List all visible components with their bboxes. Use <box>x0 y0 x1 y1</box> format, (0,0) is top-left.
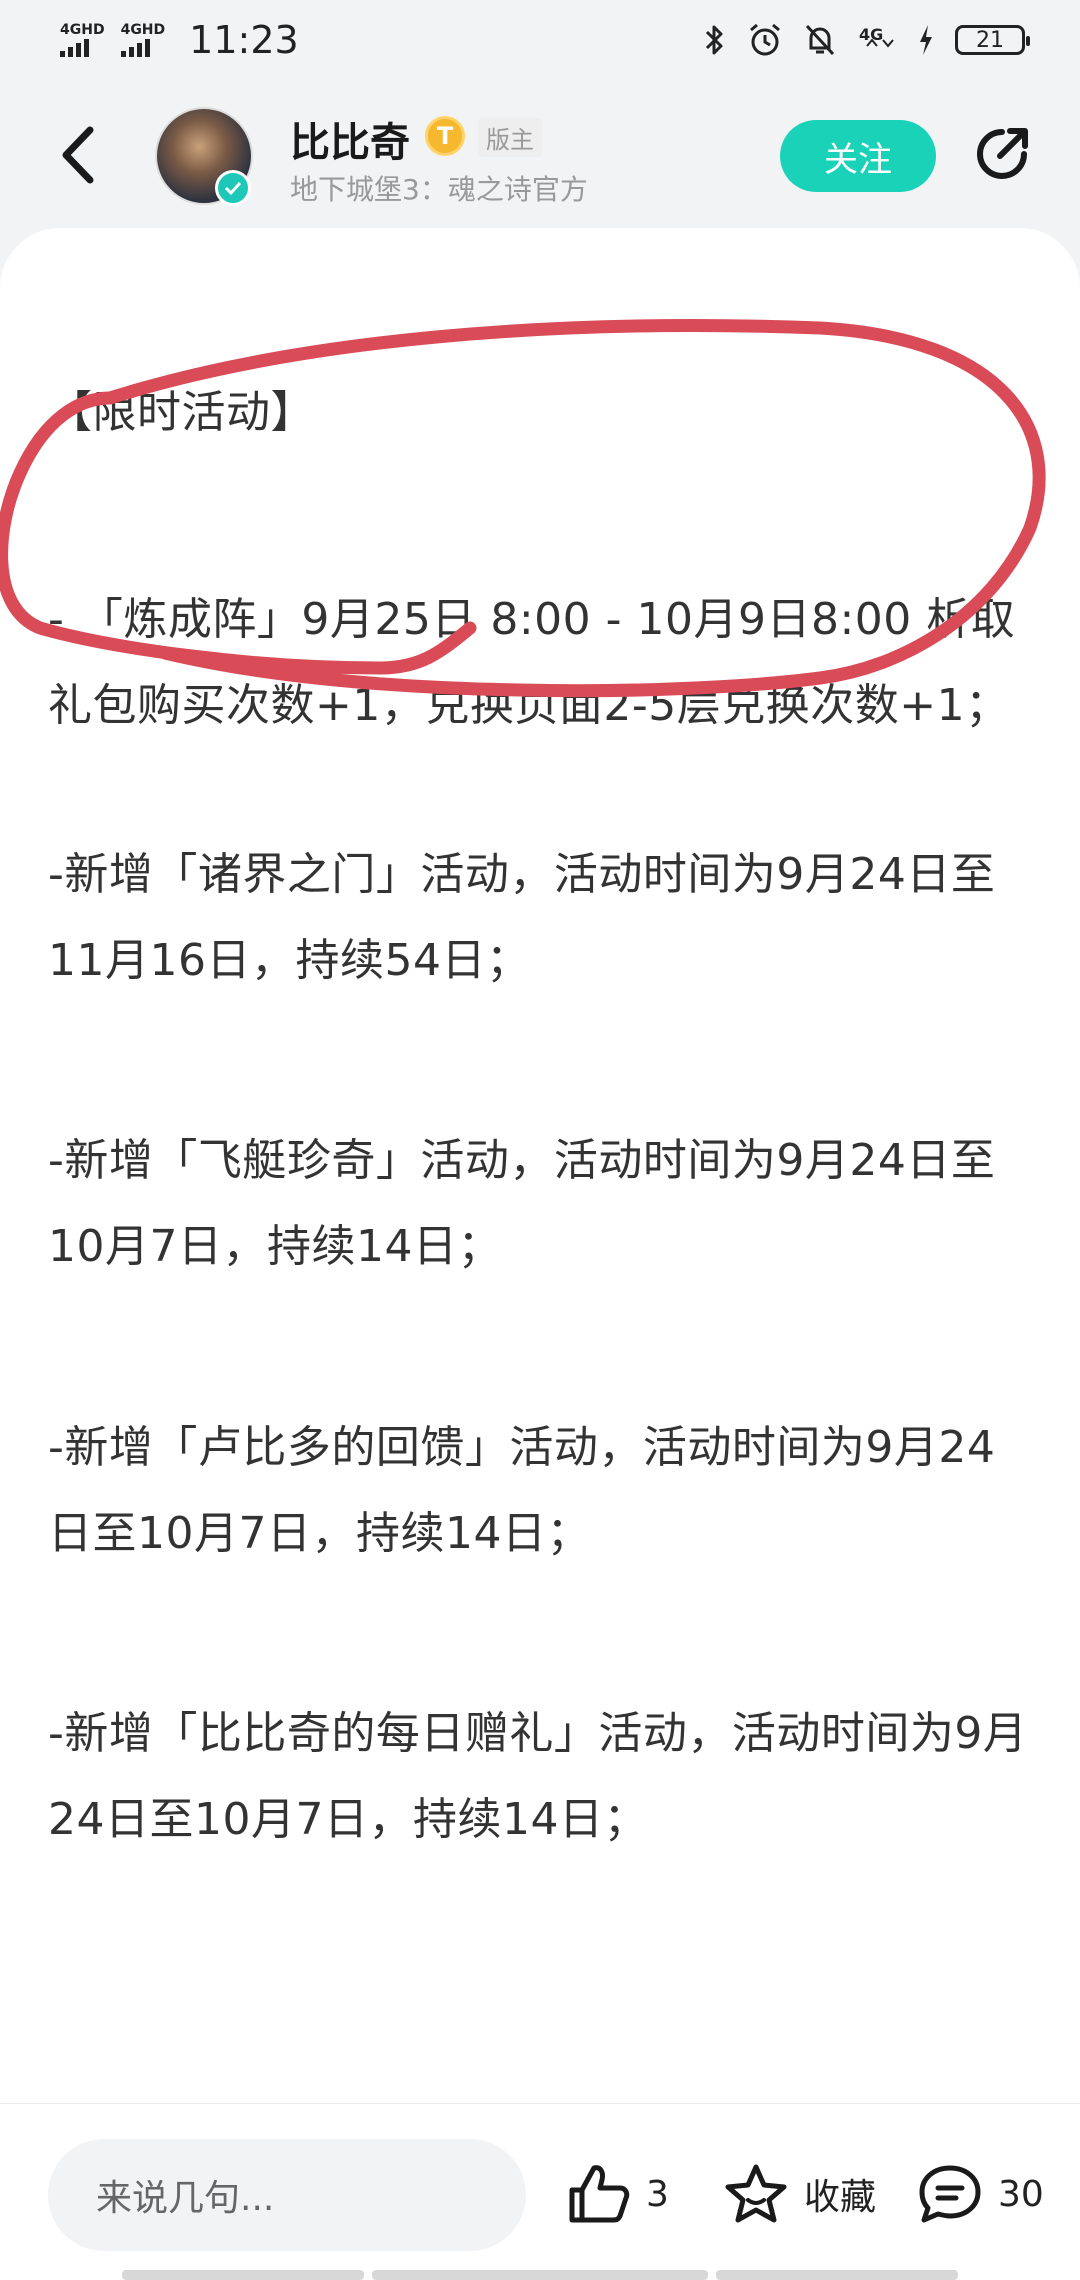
signal-2-icon: 4GHD <box>120 22 166 57</box>
battery-icon: 21 <box>955 25 1030 55</box>
level-badge-label: T <box>436 122 454 150</box>
verified-icon <box>215 170 251 206</box>
back-button[interactable] <box>50 120 110 190</box>
comment-bubble-icon <box>919 2165 981 2223</box>
post-paragraph: -新增「卢比多的回馈」活动，活动时间为9月24日至10月7日，持续14日； <box>48 1422 996 1559</box>
charging-icon <box>920 25 932 55</box>
post-paragraph: - 「炼成阵」9月25日 8:00 - 10月9日8:00 析取礼包购买次数+1… <box>48 594 1016 731</box>
post-paragraph: -新增「飞艇珍奇」活动，活动时间为9月24日至10月7日，持续14日； <box>48 1135 996 1272</box>
back-arrow-icon <box>62 126 94 184</box>
author-subtitle: 地下城堡3：魂之诗官方 <box>290 173 588 206</box>
nav-indicator <box>716 2270 958 2280</box>
star-icon <box>725 2164 787 2223</box>
status-right: 4G 21 <box>703 22 1030 58</box>
signal-1-icon: 4GHD <box>60 23 105 57</box>
comments-button[interactable]: 30 <box>916 2154 1044 2234</box>
bluetooth-icon <box>705 25 723 55</box>
post-heading: 【限时活动】 <box>48 387 315 438</box>
battery-level: 21 <box>976 27 1004 53</box>
share-button[interactable] <box>970 122 1034 186</box>
favorite-button[interactable]: 收藏 <box>722 2154 876 2234</box>
comment-input-placeholder: 来说几句... <box>96 2178 275 2219</box>
mute-bell-icon <box>805 24 835 56</box>
signal-1-label: 4GHD <box>60 22 105 38</box>
level-badge: T <box>425 116 465 156</box>
author-name[interactable]: 比比奇 <box>290 110 410 168</box>
clock: 11:23 <box>189 18 299 62</box>
thumbs-up-icon <box>569 2165 630 2223</box>
signal-2-label: 4GHD <box>120 22 166 38</box>
post-paragraph: -新增「比比奇的每日赠礼」活动，活动时间为9月24日至10月7日，持续14日； <box>48 1708 1028 1845</box>
share-icon <box>977 128 1028 179</box>
network-4g-icon: 4G <box>859 25 894 48</box>
comment-count: 30 <box>998 2173 1044 2215</box>
favorite-label: 收藏 <box>804 2177 877 2218</box>
post-paragraph: -新增「诸界之门」活动，活动时间为9月24日至11月16日，持续54日； <box>48 849 996 986</box>
status-left: 4GHD 4GHD 11:23 <box>60 18 299 62</box>
status-bar: 4GHD 4GHD 11:23 4G 21 <box>0 0 1080 80</box>
like-count: 3 <box>646 2173 669 2215</box>
post-content: 【限时活动】 - 「炼成阵」9月25日 8:00 - 10月9日8:00 析取礼… <box>0 228 1080 2103</box>
nav-indicator <box>122 2270 364 2280</box>
comment-input[interactable]: 来说几句... <box>48 2139 526 2251</box>
alarm-icon <box>750 23 780 56</box>
role-tag: 版主 <box>478 118 542 157</box>
bottom-action-bar: 来说几句... 3 收藏 30 <box>0 2103 1080 2280</box>
follow-button[interactable]: 关注 <box>780 120 936 192</box>
post-header: 比比奇 T 版主 地下城堡3：魂之诗官方 关注 <box>0 90 1080 220</box>
nav-indicator <box>372 2270 708 2280</box>
like-button[interactable]: 3 <box>566 2154 669 2234</box>
